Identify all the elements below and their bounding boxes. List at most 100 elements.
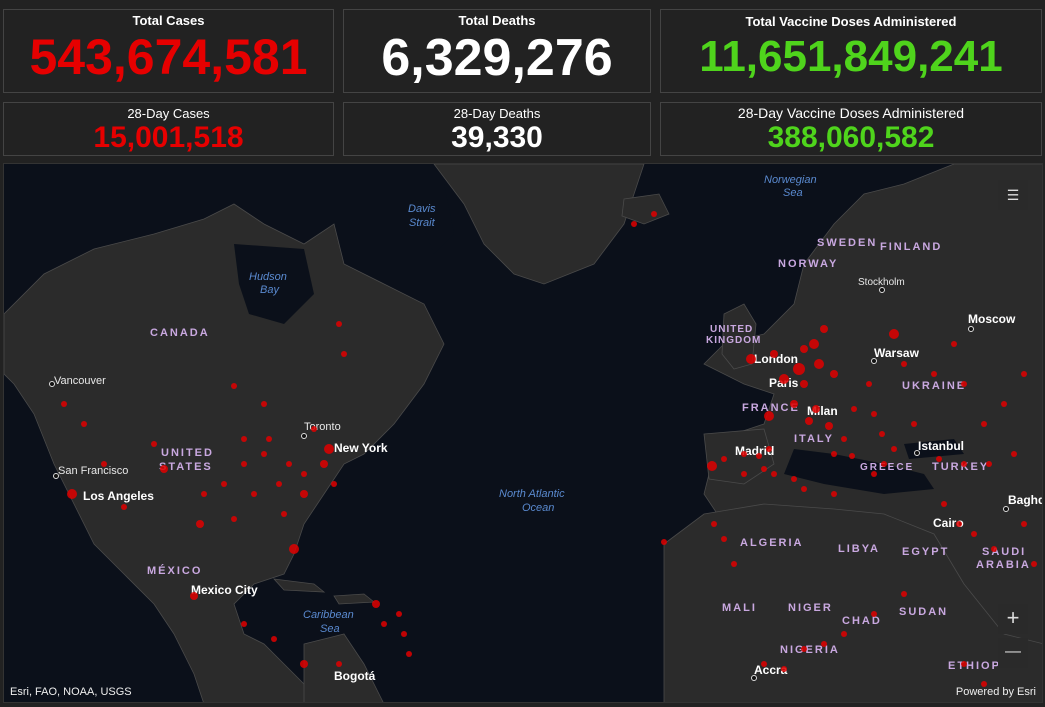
case-dot[interactable]: [741, 471, 747, 477]
case-dot[interactable]: [121, 504, 127, 510]
case-dot[interactable]: [266, 436, 272, 442]
case-dot[interactable]: [741, 451, 747, 457]
case-dot[interactable]: [821, 641, 827, 647]
case-dot[interactable]: [941, 501, 947, 507]
case-dot[interactable]: [67, 489, 77, 499]
case-dot[interactable]: [971, 531, 977, 537]
case-dot[interactable]: [761, 466, 767, 472]
case-dot[interactable]: [281, 511, 287, 517]
case-dot[interactable]: [805, 417, 813, 425]
case-dot[interactable]: [661, 539, 667, 545]
case-dot[interactable]: [871, 411, 877, 417]
map-view[interactable]: CANADA UNITED STATES MÉXICO UNITED KINGD…: [3, 163, 1043, 703]
case-dot[interactable]: [986, 461, 992, 467]
case-dot[interactable]: [196, 520, 204, 528]
case-dot[interactable]: [406, 651, 412, 657]
case-dot[interactable]: [301, 471, 307, 477]
case-dot[interactable]: [771, 471, 777, 477]
attribution-left[interactable]: Esri, FAO, NOAA, USGS: [10, 686, 132, 698]
case-dot[interactable]: [746, 354, 756, 364]
case-dot[interactable]: [791, 476, 797, 482]
case-dot[interactable]: [707, 461, 717, 471]
case-dot[interactable]: [61, 401, 67, 407]
case-dot[interactable]: [800, 380, 808, 388]
case-dot[interactable]: [261, 401, 267, 407]
case-dot[interactable]: [81, 421, 87, 427]
case-dot[interactable]: [764, 411, 774, 421]
case-dot[interactable]: [866, 381, 872, 387]
case-dot[interactable]: [721, 456, 727, 462]
zoom-out-button[interactable]: —: [998, 638, 1028, 668]
case-dot[interactable]: [711, 521, 717, 527]
case-dot[interactable]: [809, 339, 819, 349]
case-dot[interactable]: [961, 461, 967, 467]
case-dot[interactable]: [825, 422, 833, 430]
case-dot[interactable]: [241, 461, 247, 467]
case-dot[interactable]: [936, 456, 942, 462]
case-dot[interactable]: [790, 400, 798, 408]
case-dot[interactable]: [731, 561, 737, 567]
case-dot[interactable]: [286, 461, 292, 467]
case-dot[interactable]: [331, 481, 337, 487]
case-dot[interactable]: [820, 325, 828, 333]
case-dot[interactable]: [1011, 451, 1017, 457]
zoom-in-button[interactable]: +: [998, 604, 1028, 634]
case-dot[interactable]: [830, 370, 838, 378]
map-canvas[interactable]: CANADA UNITED STATES MÉXICO UNITED KINGD…: [4, 164, 1043, 703]
case-dot[interactable]: [756, 453, 762, 459]
case-dot[interactable]: [1021, 521, 1027, 527]
case-dot[interactable]: [336, 321, 342, 327]
case-dot[interactable]: [341, 351, 347, 357]
case-dot[interactable]: [631, 221, 637, 227]
case-dot[interactable]: [766, 446, 772, 452]
case-dot[interactable]: [831, 491, 837, 497]
case-dot[interactable]: [871, 471, 877, 477]
case-dot[interactable]: [324, 444, 334, 454]
case-dot[interactable]: [851, 406, 857, 412]
case-dot[interactable]: [251, 491, 257, 497]
case-dot[interactable]: [901, 361, 907, 367]
case-dot[interactable]: [956, 521, 962, 527]
case-dot[interactable]: [190, 592, 198, 600]
case-dot[interactable]: [396, 611, 402, 617]
case-dot[interactable]: [201, 491, 207, 497]
case-dot[interactable]: [381, 621, 387, 627]
case-dot[interactable]: [871, 611, 877, 617]
case-dot[interactable]: [961, 661, 967, 667]
case-dot[interactable]: [289, 544, 299, 554]
case-dot[interactable]: [770, 350, 778, 358]
case-dot[interactable]: [160, 465, 168, 473]
case-dot[interactable]: [276, 481, 282, 487]
case-dot[interactable]: [271, 636, 277, 642]
case-dot[interactable]: [841, 436, 847, 442]
case-dot[interactable]: [336, 661, 342, 667]
case-dot[interactable]: [779, 374, 789, 384]
case-dot[interactable]: [911, 421, 917, 427]
case-dot[interactable]: [721, 536, 727, 542]
case-dot[interactable]: [961, 381, 967, 387]
case-dot[interactable]: [1021, 371, 1027, 377]
case-dot[interactable]: [300, 660, 308, 668]
case-dot[interactable]: [831, 451, 837, 457]
case-dot[interactable]: [231, 516, 237, 522]
case-dot[interactable]: [812, 405, 820, 413]
attribution-right[interactable]: Powered by Esri: [956, 686, 1036, 698]
case-dot[interactable]: [401, 631, 407, 637]
case-dot[interactable]: [814, 359, 824, 369]
case-dot[interactable]: [841, 631, 847, 637]
case-dot[interactable]: [891, 446, 897, 452]
case-dot[interactable]: [221, 481, 227, 487]
legend-button[interactable]: ☰: [998, 180, 1028, 210]
case-dot[interactable]: [781, 666, 787, 672]
case-dot[interactable]: [951, 341, 957, 347]
case-dot[interactable]: [151, 441, 157, 447]
case-dot[interactable]: [231, 383, 237, 389]
case-dot[interactable]: [801, 646, 807, 652]
case-dot[interactable]: [261, 451, 267, 457]
case-dot[interactable]: [320, 460, 328, 468]
case-dot[interactable]: [849, 453, 855, 459]
case-dot[interactable]: [241, 436, 247, 442]
case-dot[interactable]: [800, 345, 808, 353]
case-dot[interactable]: [881, 461, 887, 467]
case-dot[interactable]: [1031, 561, 1037, 567]
